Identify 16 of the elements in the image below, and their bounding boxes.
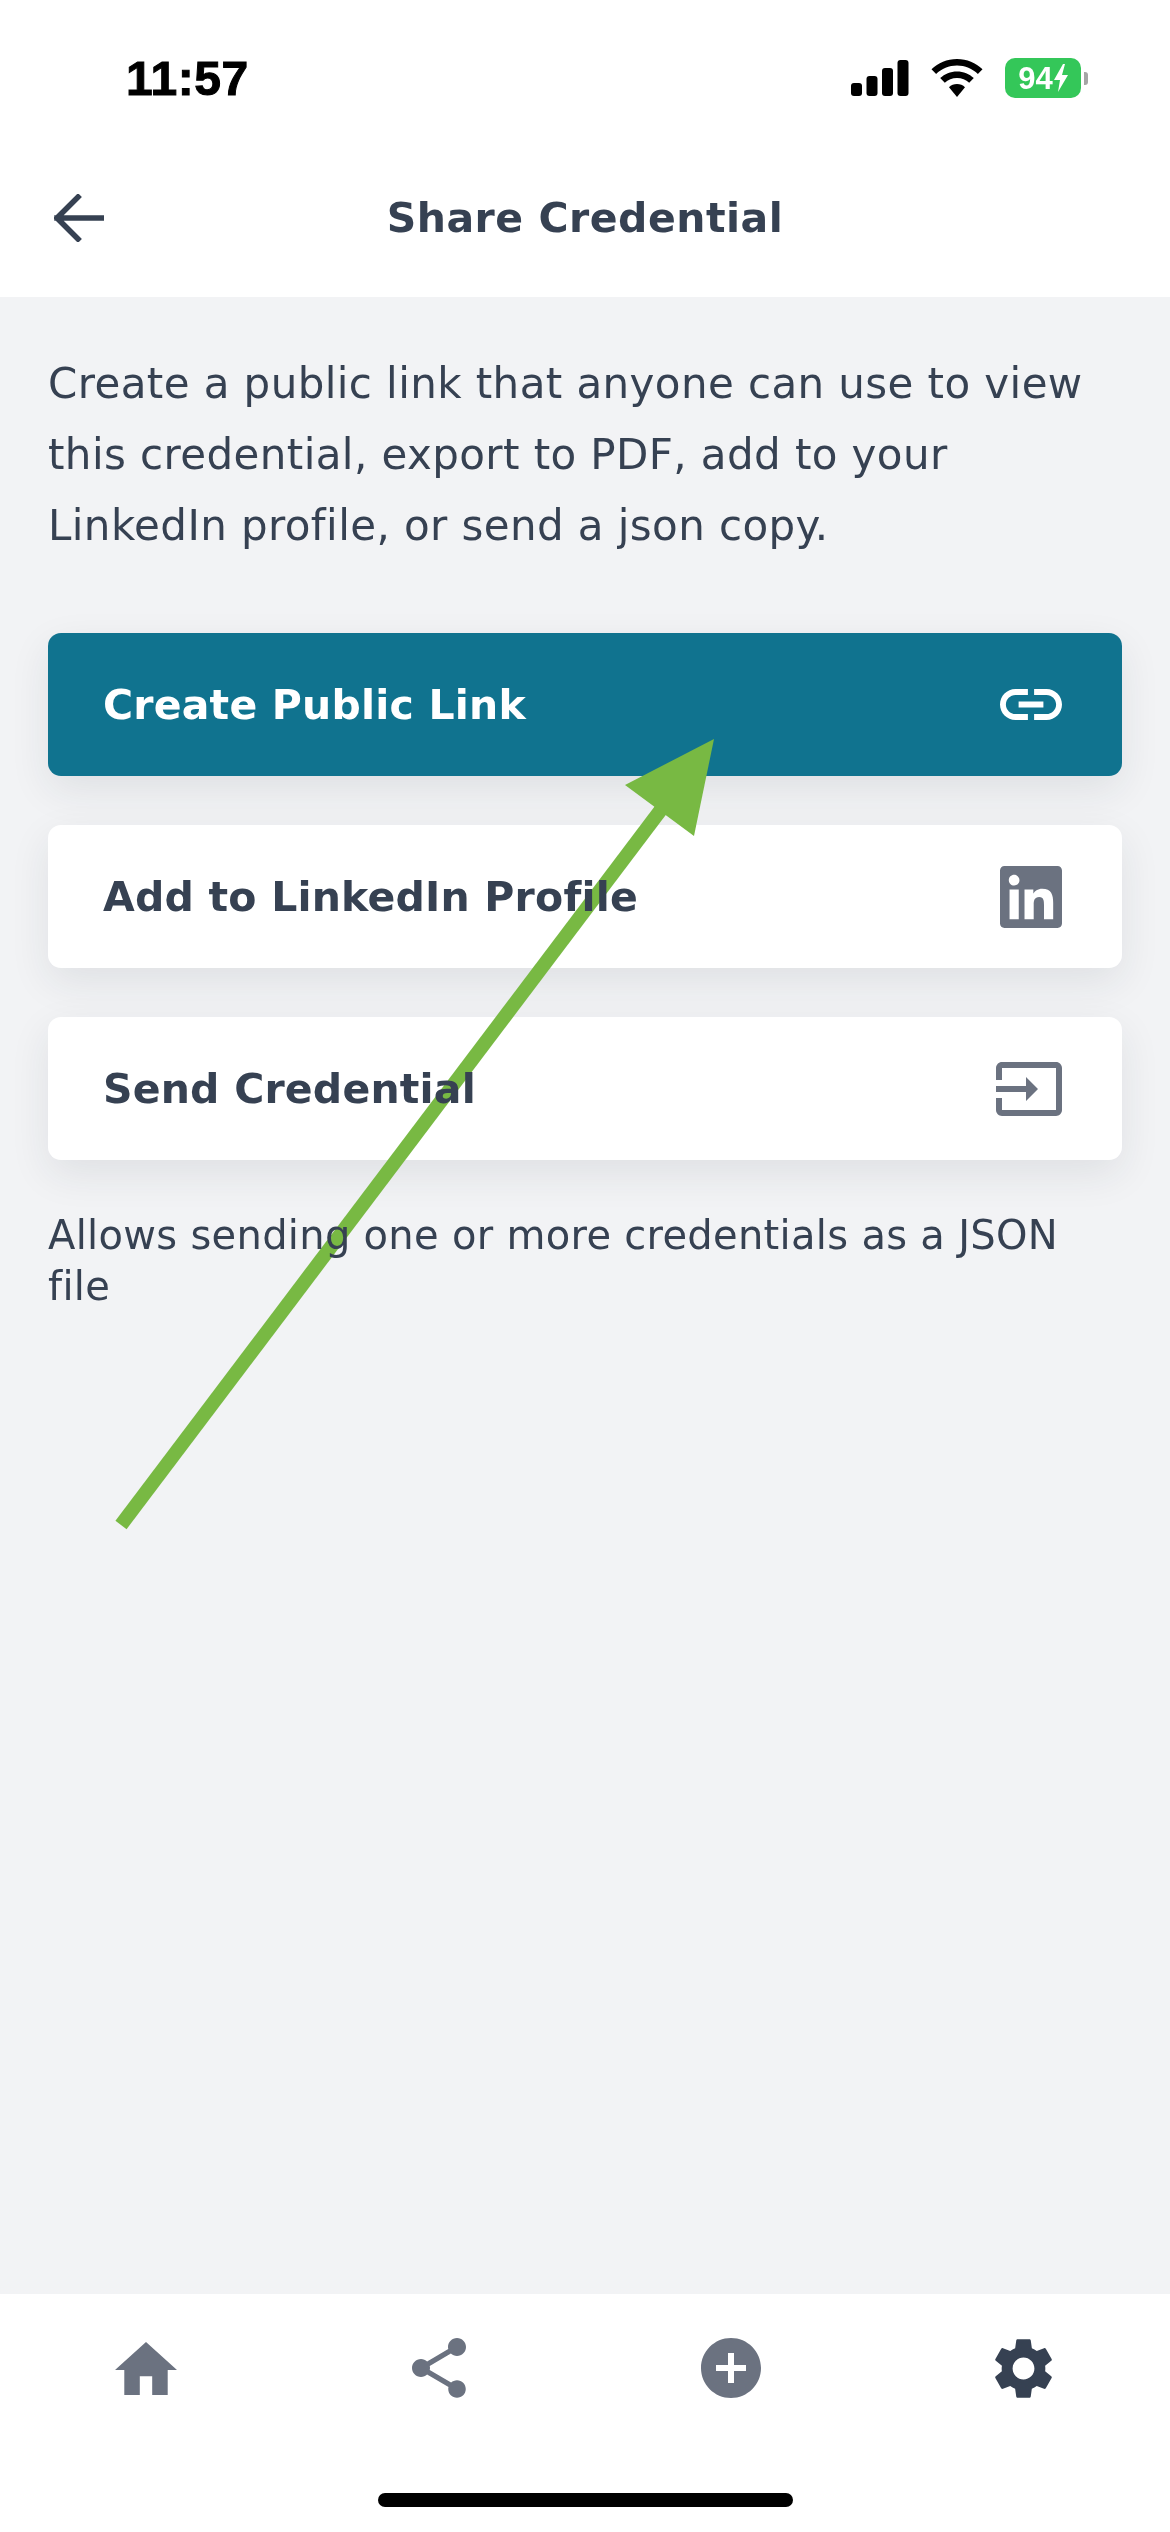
home-icon[interactable] (115, 2341, 178, 2395)
link-icon[interactable] (1000, 689, 1062, 720)
linkedin-icon[interactable] (1000, 865, 1062, 928)
wifi-icon (931, 59, 983, 97)
back-arrow-icon[interactable] (54, 193, 104, 242)
box-arrow-icon[interactable] (996, 1061, 1062, 1116)
charging-bolt-icon (1053, 64, 1068, 92)
description-text: Create a public link that anyone can use to view this credential, export to PDF, add to your LinkedIn profile, or send a json copy. (48, 358, 1084, 552)
share-icon[interactable] (411, 2338, 466, 2398)
battery-cap (1084, 71, 1088, 85)
status-time: 11:57 (126, 50, 249, 106)
battery-level: 94 (1018, 62, 1053, 94)
signal-icon (851, 60, 909, 96)
action-button[interactable]: Create Public Link (48, 633, 1122, 776)
screen-title: Share Credential (386, 193, 784, 242)
settings-icon[interactable] (995, 2337, 1053, 2399)
